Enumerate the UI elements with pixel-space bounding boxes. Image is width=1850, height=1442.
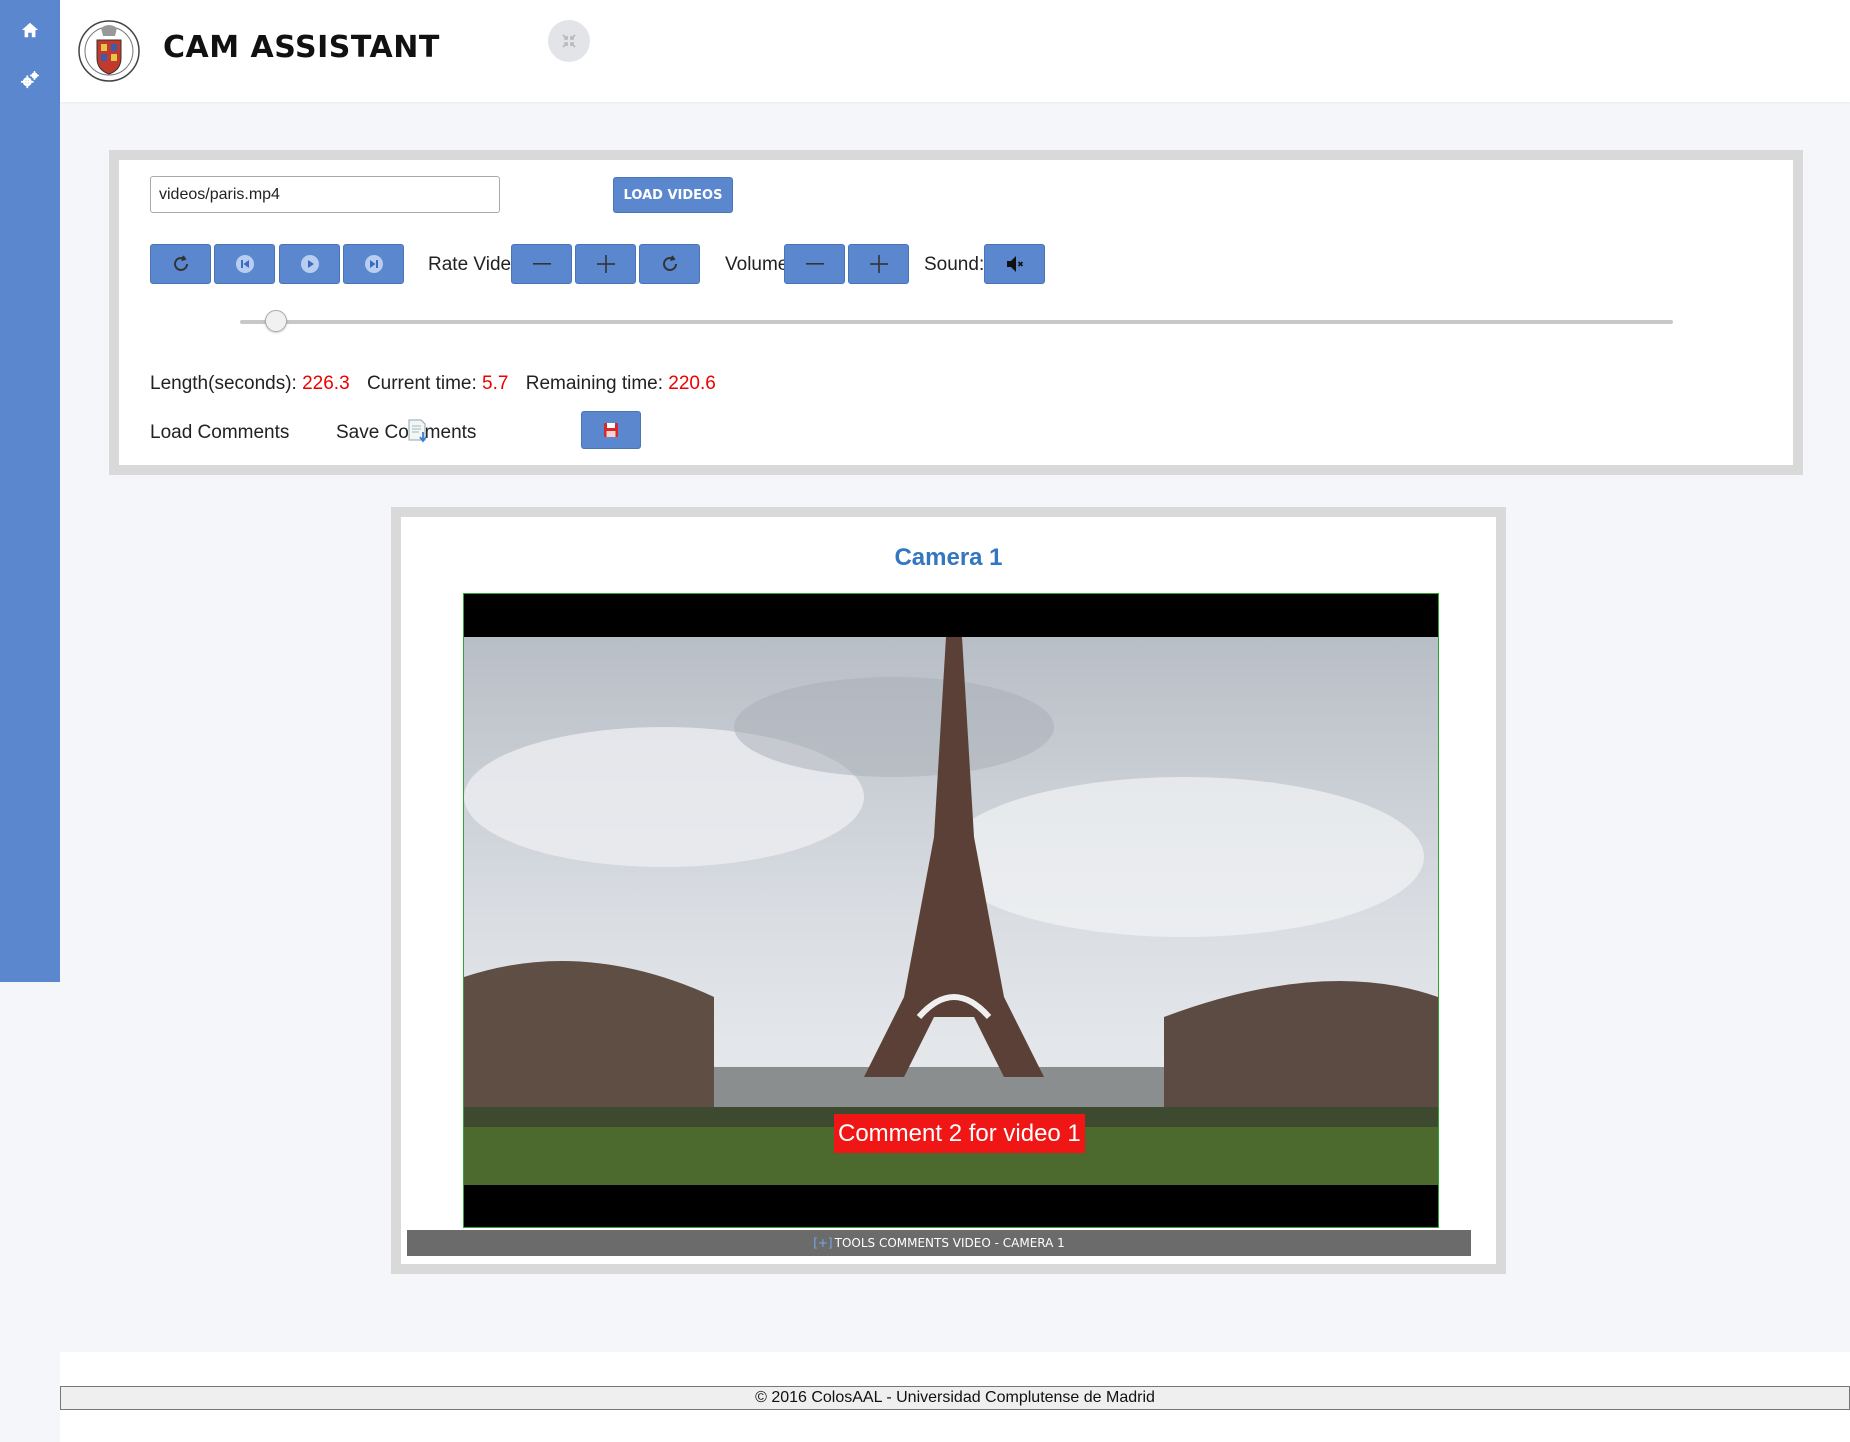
current-time-label: Current time:	[366, 373, 477, 394]
skip-back-icon	[235, 255, 254, 273]
fullscreen-toggle-button[interactable]	[548, 20, 590, 62]
footer-copyright: © 2016 ColosAAL - Universidad Complutens…	[60, 1386, 1850, 1410]
save-comments-button[interactable]	[581, 411, 641, 449]
sound-label: Sound:	[924, 254, 985, 275]
plus-icon	[596, 255, 615, 273]
load-comments-file-icon[interactable]	[407, 419, 429, 443]
video-player[interactable]: Comment 2 for video 1	[463, 593, 1439, 1228]
load-videos-button[interactable]: LOAD VIDEOS	[613, 177, 733, 213]
length-value: 226.3	[302, 373, 350, 394]
volume-increase-button[interactable]	[848, 244, 909, 284]
play-button[interactable]	[279, 244, 340, 284]
length-label: Length(seconds):	[150, 373, 297, 394]
mute-toggle-button[interactable]	[984, 244, 1045, 284]
video-comment-overlay: Comment 2 for video 1	[834, 1114, 1085, 1153]
camera-title: Camera 1	[894, 544, 1003, 571]
video-time-stats: Length(seconds): 226.3 Current time: 5.7…	[150, 373, 716, 395]
remaining-time-label: Remaining time:	[525, 373, 664, 394]
minus-icon	[805, 263, 824, 265]
video-progress-slider[interactable]	[240, 320, 1673, 324]
video-frame-eiffel-tower	[464, 637, 1438, 1185]
rate-reset-button[interactable]	[639, 244, 700, 284]
app-title: CAM ASSISTANT	[163, 30, 440, 65]
skip-forward-icon	[364, 255, 383, 273]
video-progress-thumb[interactable]	[264, 310, 287, 332]
sidebar-item-home[interactable]	[0, 8, 60, 52]
home-icon	[21, 22, 39, 38]
tools-comments-toggle-bar[interactable]: [+] TOOLS COMMENTS VIDEO - CAMERA 1	[407, 1230, 1471, 1256]
expand-plus-icon: [+]	[813, 1236, 833, 1250]
tools-comments-label: TOOLS COMMENTS VIDEO - CAMERA 1	[834, 1236, 1065, 1250]
gears-icon	[21, 71, 39, 89]
sidebar	[0, 0, 60, 982]
floppy-disk-icon	[604, 423, 618, 437]
camera-card: Camera 1 Comment 2 for video 1 [+] TOOLS…	[391, 507, 1506, 1274]
load-comments-label: Load Comments	[150, 422, 290, 443]
video-control-panel: LOAD VIDEOS Rate Video: Volume: Sound: L…	[109, 150, 1803, 475]
speaker-muted-icon	[1006, 256, 1023, 272]
reload-icon	[662, 255, 677, 271]
footer: © 2016 ColosAAL - Universidad Complutens…	[60, 1352, 1850, 1442]
volume-decrease-button[interactable]	[784, 244, 845, 284]
reload-icon	[173, 255, 188, 271]
rate-decrease-button[interactable]	[511, 244, 572, 284]
video-path-input[interactable]	[150, 176, 500, 213]
remaining-time-value: 220.6	[668, 373, 716, 394]
header: CAM ASSISTANT	[60, 0, 1850, 102]
rate-increase-button[interactable]	[575, 244, 636, 284]
compress-icon	[562, 34, 576, 48]
next-button[interactable]	[343, 244, 404, 284]
previous-button[interactable]	[214, 244, 275, 284]
current-time-value: 5.7	[482, 373, 509, 394]
play-icon	[300, 255, 319, 273]
plus-icon	[869, 255, 888, 273]
minus-icon	[532, 263, 551, 265]
sidebar-item-settings[interactable]	[0, 58, 60, 102]
restart-button[interactable]	[150, 244, 211, 284]
university-seal-logo	[78, 20, 140, 82]
